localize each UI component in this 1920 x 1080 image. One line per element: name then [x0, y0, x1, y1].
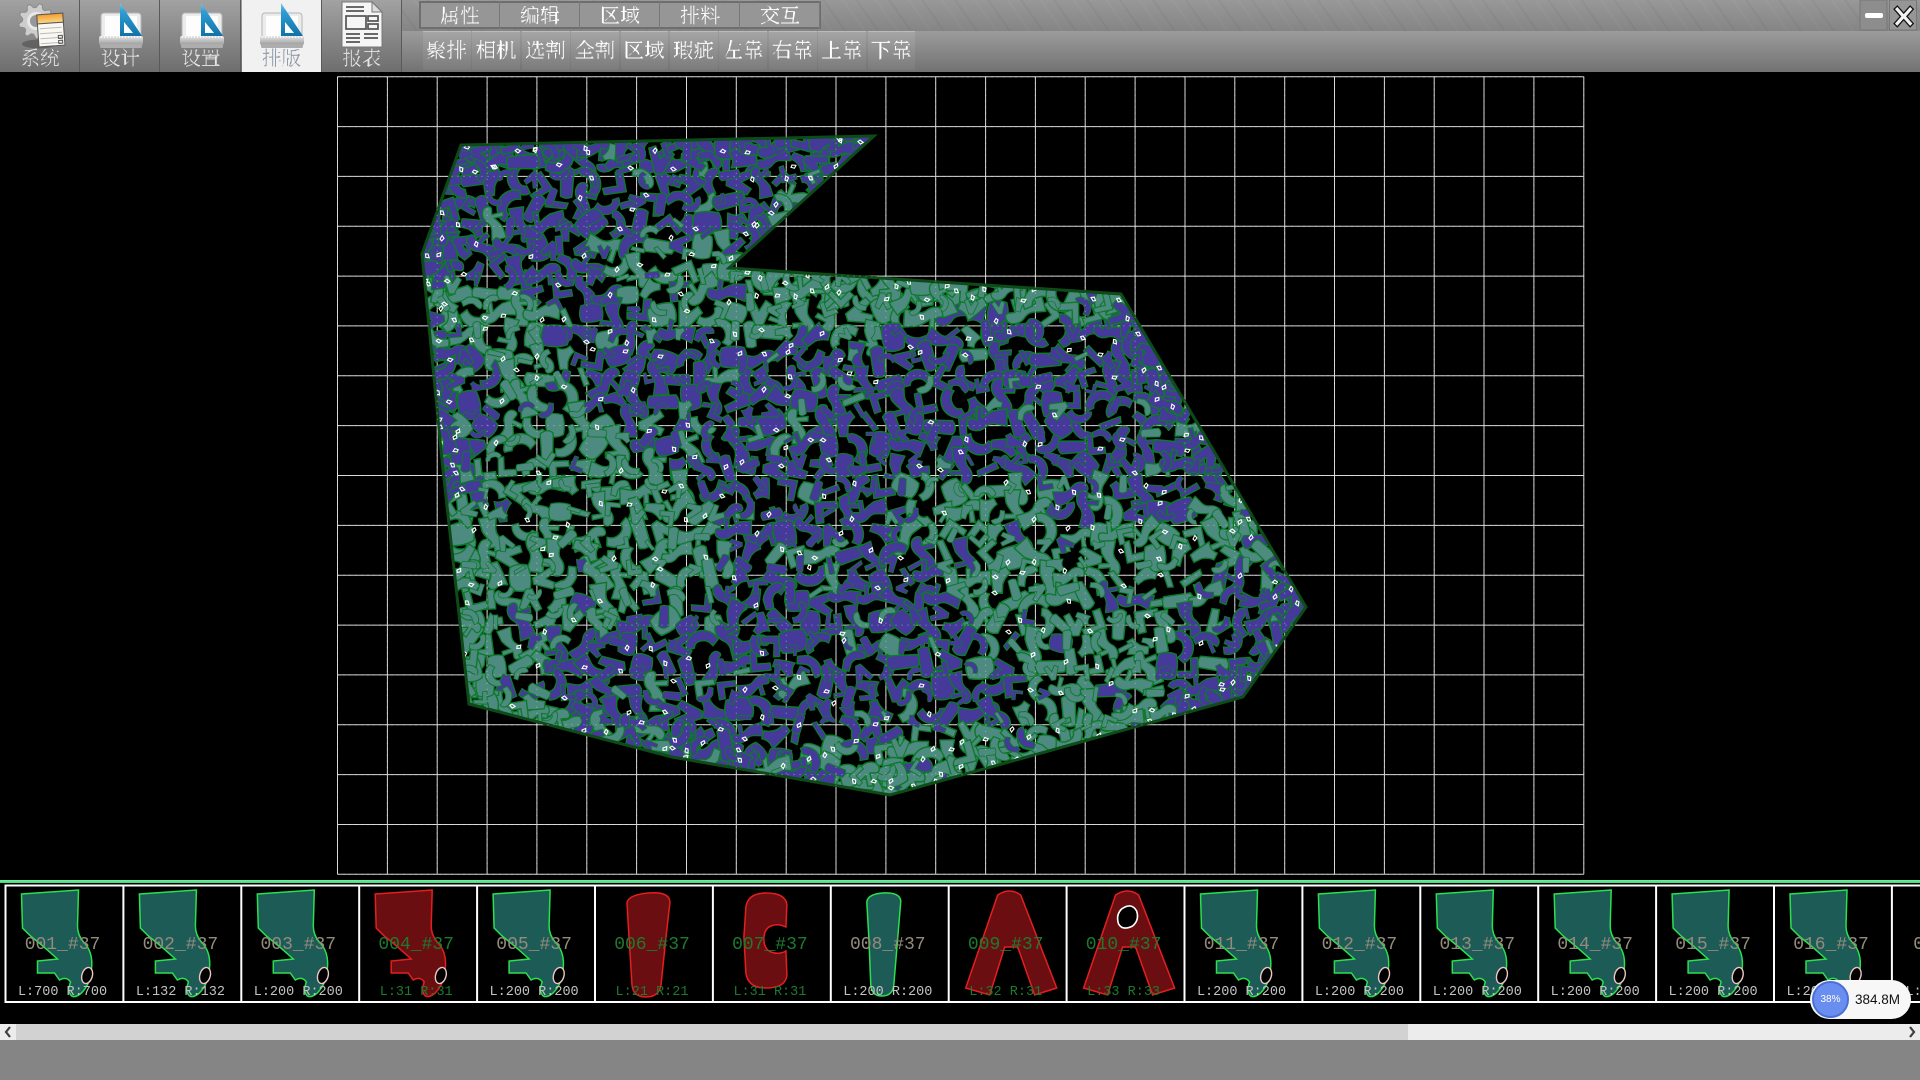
svg-text:011_#37: 011_#37 [1204, 935, 1280, 955]
svg-text:L:200 R:200: L:200 R:200 [1315, 985, 1404, 1000]
svg-text:013_#37: 013_#37 [1439, 935, 1515, 955]
svg-text:014_#37: 014_#37 [1557, 935, 1633, 955]
svg-text:009_#37: 009_#37 [968, 935, 1044, 955]
svg-text:L:31 R:31: L:31 R:31 [733, 985, 806, 1000]
svg-text:L:132 R:132: L:132 R:132 [136, 985, 225, 1000]
svg-text:017_#37: 017_#37 [1913, 935, 1920, 955]
svg-text:L:200 R:200: L:200 R:200 [254, 985, 343, 1000]
svg-text:L:200 R:200: L:200 R:200 [843, 985, 932, 1000]
svg-text:006_#37: 006_#37 [614, 935, 690, 955]
svg-text:015_#37: 015_#37 [1675, 935, 1751, 955]
svg-text:010_#37: 010_#37 [1086, 935, 1162, 955]
svg-text:L:31 R:31: L:31 R:31 [380, 985, 453, 1000]
svg-text:007_#37: 007_#37 [732, 935, 808, 955]
svg-text:002_#37: 002_#37 [143, 935, 219, 955]
svg-text:L:700 R:700: L:700 R:700 [18, 985, 107, 1000]
svg-text:L:21 R:21: L:21 R:21 [616, 985, 689, 1000]
svg-text:003_#37: 003_#37 [260, 935, 336, 955]
svg-text:016_#37: 016_#37 [1793, 935, 1869, 955]
svg-text:012_#37: 012_#37 [1322, 935, 1398, 955]
svg-text:L:200 R:200: L:200 R:200 [1197, 985, 1286, 1000]
svg-text:001_#37: 001_#37 [25, 935, 101, 955]
svg-text:L:33 R:33: L:33 R:33 [1087, 985, 1160, 1000]
svg-text:L:32 R:31: L:32 R:31 [969, 985, 1042, 1000]
svg-text:008_#37: 008_#37 [850, 935, 926, 955]
svg-text:L:200 R:200: L:200 R:200 [1433, 985, 1522, 1000]
svg-text:L:200 R:200: L:200 R:200 [1551, 985, 1640, 1000]
svg-text:005_#37: 005_#37 [496, 935, 572, 955]
svg-text:004_#37: 004_#37 [378, 935, 454, 955]
svg-text:L:200 R:200: L:200 R:200 [490, 985, 579, 1000]
svg-text:L:200 R:200: L:200 R:200 [1669, 985, 1758, 1000]
